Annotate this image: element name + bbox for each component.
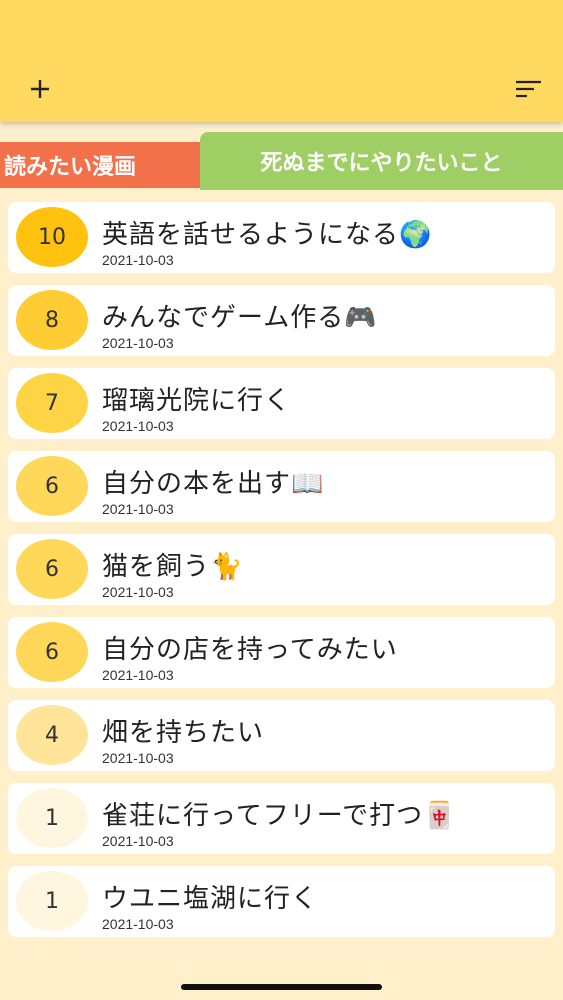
category-tabs: 読みたい漫画 死ぬまでにやりたいこと [0, 122, 563, 194]
score-badge: 4 [16, 705, 88, 765]
item-date: 2021-10-03 [102, 501, 174, 517]
sort-icon [516, 80, 541, 98]
score-badge: 6 [16, 622, 88, 682]
item-title: 英語を話せるようになる🌍 [102, 220, 433, 250]
item-date: 2021-10-03 [102, 584, 174, 600]
item-title: 猫を飼う🐈 [102, 552, 244, 582]
item-date: 2021-10-03 [102, 335, 174, 351]
list-item[interactable]: 7 瑠璃光院に行く 2021-10-03 [8, 368, 555, 439]
list-item[interactable]: 10 英語を話せるようになる🌍 2021-10-03 [8, 202, 555, 273]
item-title: 瑠璃光院に行く [102, 386, 292, 416]
score-badge: 6 [16, 456, 88, 516]
score-badge: 10 [16, 207, 88, 267]
item-date: 2021-10-03 [102, 916, 174, 932]
list-item[interactable]: 4 畑を持ちたい 2021-10-03 [8, 700, 555, 771]
list-item[interactable]: 1 雀荘に行ってフリーで打つ🀄 2021-10-03 [8, 783, 555, 854]
item-title: ウユニ塩湖に行く [102, 884, 319, 914]
item-title: 自分の店を持ってみたい [102, 635, 398, 665]
item-date: 2021-10-03 [102, 667, 174, 683]
item-title: 自分の本を出す📖 [102, 469, 325, 499]
tab-manga[interactable]: 読みたい漫画 [0, 142, 200, 188]
plus-icon [31, 80, 49, 98]
list-item[interactable]: 6 自分の店を持ってみたい 2021-10-03 [8, 617, 555, 688]
item-title: みんなでゲーム作る🎮 [102, 303, 378, 333]
score-badge: 6 [16, 539, 88, 599]
score-badge: 7 [16, 373, 88, 433]
app-header [0, 0, 563, 122]
sort-button[interactable] [506, 70, 550, 108]
item-title: 雀荘に行ってフリーで打つ🀄 [102, 801, 457, 831]
add-button[interactable] [20, 70, 60, 108]
list-item[interactable]: 1 ウユニ塩湖に行く 2021-10-03 [8, 866, 555, 937]
bucket-list: 10 英語を話せるようになる🌍 2021-10-03 8 みんなでゲーム作る🎮 2021-… [8, 202, 555, 949]
item-date: 2021-10-03 [102, 418, 174, 434]
tab-bucket-list[interactable]: 死ぬまでにやりたいこと [200, 132, 563, 190]
score-badge: 1 [16, 788, 88, 848]
home-indicator [181, 984, 382, 990]
item-date: 2021-10-03 [102, 833, 174, 849]
item-date: 2021-10-03 [102, 750, 174, 766]
list-item[interactable]: 6 猫を飼う🐈 2021-10-03 [8, 534, 555, 605]
score-badge: 1 [16, 871, 88, 931]
list-item[interactable]: 8 みんなでゲーム作る🎮 2021-10-03 [8, 285, 555, 356]
item-date: 2021-10-03 [102, 252, 174, 268]
list-item[interactable]: 6 自分の本を出す📖 2021-10-03 [8, 451, 555, 522]
item-title: 畑を持ちたい [102, 718, 265, 748]
score-badge: 8 [16, 290, 88, 350]
